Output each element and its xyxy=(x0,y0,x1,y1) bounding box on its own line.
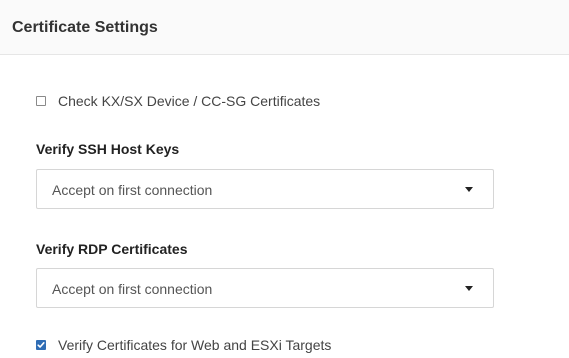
check-device-certificates-label[interactable]: Check KX/SX Device / CC-SG Certificates xyxy=(58,93,320,109)
rdp-certificates-label: Verify RDP Certificates xyxy=(36,241,188,257)
check-device-certificates-checkbox[interactable] xyxy=(36,96,46,106)
rdp-certificates-selected-value[interactable]: Accept on first connection xyxy=(52,281,212,297)
page-title: Certificate Settings xyxy=(12,19,158,36)
verify-web-esxi-checkbox[interactable] xyxy=(36,340,46,350)
verify-web-esxi-option[interactable]: Verify Certificates for Web and ESXi Tar… xyxy=(36,337,331,353)
checkmark-icon xyxy=(37,342,45,348)
ssh-host-keys-label: Verify SSH Host Keys xyxy=(36,141,180,157)
chevron-down-icon[interactable] xyxy=(465,187,473,192)
settings-header: Certificate Settings xyxy=(0,0,569,55)
ssh-host-keys-select[interactable]: Accept on first connection xyxy=(36,169,494,209)
chevron-down-icon[interactable] xyxy=(465,286,473,291)
verify-web-esxi-label[interactable]: Verify Certificates for Web and ESXi Tar… xyxy=(58,337,331,353)
check-device-certificates-option[interactable]: Check KX/SX Device / CC-SG Certificates xyxy=(36,93,320,109)
rdp-certificates-select[interactable]: Accept on first connection xyxy=(36,268,494,308)
ssh-host-keys-selected-value[interactable]: Accept on first connection xyxy=(52,182,212,198)
